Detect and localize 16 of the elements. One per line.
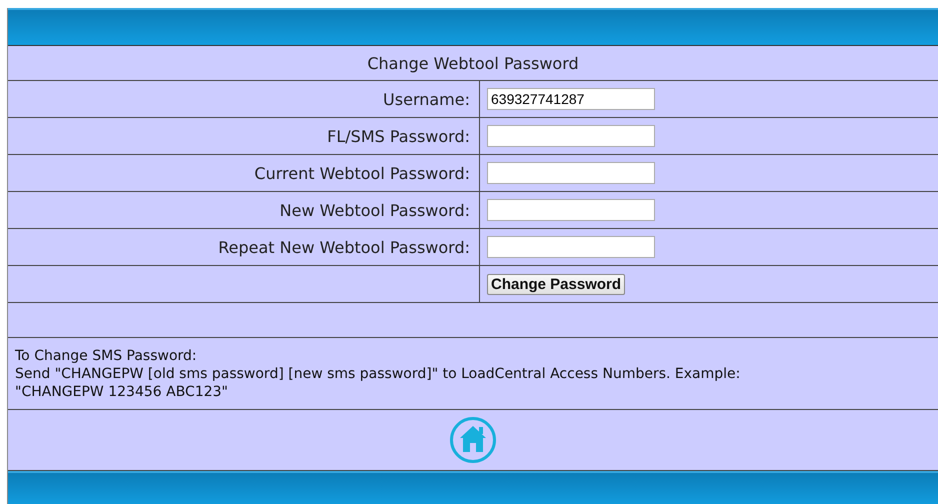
field-label: FL/SMS Password: (327, 126, 470, 146)
input-field[interactable]: 639327741287 (487, 88, 655, 110)
field-label: Repeat New Webtool Password: (218, 238, 470, 256)
field-label: Username: (383, 90, 470, 108)
note-text: "CHANGEPW 123456 ABC123" (15, 383, 229, 401)
note-text: Send "CHANGEPW [old sms password] [new sms password]" to LoadCentral Access Numbers. Example: (15, 365, 742, 383)
note-heading: To Change SMS Password: (15, 347, 198, 365)
field-label: New Webtool Password: (280, 200, 470, 220)
input-field[interactable] (487, 162, 655, 184)
home-icon[interactable] (449, 416, 497, 464)
change-password-button[interactable]: Change Password (487, 274, 626, 294)
input-field[interactable] (487, 125, 655, 147)
field-label: Current Webtool Password: (254, 164, 470, 182)
form-title: Change Webtool Password (367, 54, 579, 72)
input-field[interactable] (487, 199, 655, 221)
input-field[interactable] (487, 236, 655, 258)
